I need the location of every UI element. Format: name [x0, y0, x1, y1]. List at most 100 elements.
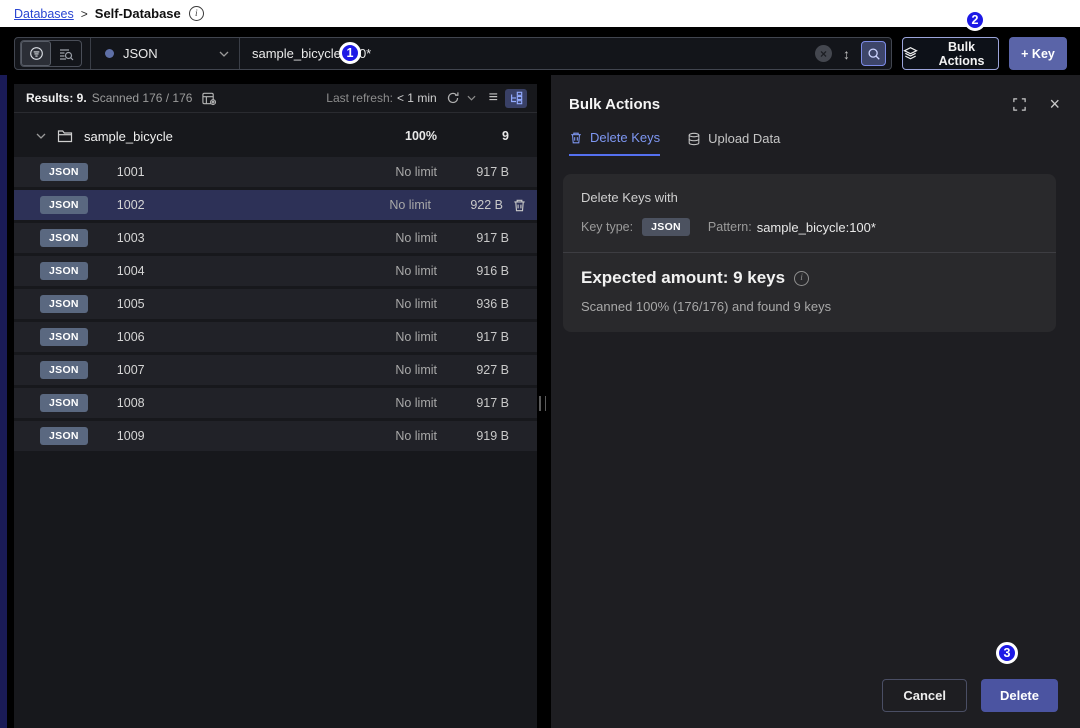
tab-upload-data[interactable]: Upload Data: [687, 130, 780, 156]
key-row-1008[interactable]: JSON 1008 No limit 917 B: [14, 388, 537, 418]
scanned-count: Scanned 176 / 176: [92, 91, 193, 105]
search-input[interactable]: [240, 46, 815, 61]
search-icon[interactable]: [861, 41, 886, 66]
bulk-actions-button[interactable]: Bulk Actions: [902, 37, 999, 70]
results-count: Results: 9.: [26, 91, 87, 105]
key-size: 917 B: [437, 231, 509, 245]
key-row-1001[interactable]: JSON 1001 No limit 917 B: [14, 157, 537, 187]
key-row-1004[interactable]: JSON 1004 No limit 916 B: [14, 256, 537, 286]
key-type-badge: JSON: [40, 361, 88, 379]
expected-amount-row: Expected amount: 9 keys i: [581, 268, 1038, 288]
breadcrumb-current-database: Self-Database: [95, 6, 181, 21]
key-type-badge: JSON: [40, 196, 88, 214]
expected-amount-heading: Expected amount: 9 keys: [581, 268, 785, 288]
key-name: 1002: [117, 198, 321, 212]
chevron-down-icon: [219, 51, 229, 57]
bulk-actions-tabs: Delete Keys Upload Data: [551, 130, 1080, 156]
bulk-actions-label: Bulk Actions: [925, 40, 998, 68]
columns-settings-icon[interactable]: [201, 91, 217, 106]
breadcrumb-databases-link[interactable]: Databases: [14, 7, 74, 21]
trash-icon: [569, 131, 583, 145]
key-type-badge: JSON: [40, 229, 88, 247]
close-panel-icon[interactable]: ×: [1049, 95, 1060, 113]
key-row-1006[interactable]: JSON 1006 No limit 917 B: [14, 322, 537, 352]
key-rows: JSON 1001 No limit 917 B JSON 1002 No li…: [14, 157, 537, 451]
key-type-dropdown[interactable]: JSON: [90, 38, 240, 69]
breadcrumb-separator: >: [81, 7, 88, 21]
database-upload-icon: [687, 132, 701, 146]
key-type-badge: JSON: [40, 328, 88, 346]
key-name: 1004: [117, 264, 327, 278]
filter-mode-group: [20, 40, 82, 67]
key-list-panel: Results: 9. Scanned 176 / 176 Last refre…: [14, 84, 537, 728]
pattern-label: Pattern:: [708, 220, 752, 234]
tab-upload-data-label: Upload Data: [708, 131, 780, 146]
expand-search-icon[interactable]: ↕: [843, 46, 850, 62]
cancel-button[interactable]: Cancel: [882, 679, 967, 712]
annotation-step-2: 2: [964, 9, 986, 31]
filter-summary-row: Key type: JSON Pattern: sample_bicycle:1…: [581, 218, 1038, 236]
last-refresh-label: Last refresh:: [326, 91, 393, 105]
bulk-actions-panel: Bulk Actions × Delete Keys Upload Data D…: [551, 75, 1080, 728]
delete-keys-with-label: Delete Keys with: [581, 190, 1038, 205]
key-size: 917 B: [437, 396, 509, 410]
tree-folder-row[interactable]: sample_bicycle 100% 9: [14, 122, 537, 150]
key-type-badge: JSON: [40, 163, 88, 181]
expected-info-icon[interactable]: i: [794, 271, 809, 286]
tree-view-toggle-icon[interactable]: [505, 89, 527, 108]
key-size: 917 B: [437, 165, 509, 179]
key-row-1007[interactable]: JSON 1007 No limit 927 B: [14, 355, 537, 385]
key-type-badge: JSON: [40, 262, 88, 280]
layers-icon: [903, 46, 918, 61]
scanned-info-text: Scanned 100% (176/176) and found 9 keys: [581, 299, 1038, 314]
add-key-button[interactable]: + Key: [1009, 37, 1067, 70]
pattern-value: sample_bicycle:100*: [757, 220, 876, 235]
key-type-badge: JSON: [40, 295, 88, 313]
key-row-1005[interactable]: JSON 1005 No limit 936 B: [14, 289, 537, 319]
key-type-selected: JSON: [123, 46, 219, 61]
key-type-label: Key type:: [581, 220, 633, 234]
annotation-step-3: 3: [996, 642, 1018, 664]
refresh-options-chevron-icon[interactable]: [467, 95, 476, 101]
breadcrumb: Databases > Self-Database i: [0, 0, 1080, 27]
filter-by-pattern-icon[interactable]: [21, 41, 51, 66]
key-type-badge: JSON: [40, 427, 88, 445]
refresh-icon[interactable]: [446, 91, 460, 105]
delete-key-icon[interactable]: [512, 198, 527, 213]
key-name: 1003: [117, 231, 327, 245]
folder-key-count: 9: [437, 129, 509, 143]
key-name: 1001: [117, 165, 327, 179]
key-row-1002-selected[interactable]: JSON 1002 No limit 922 B: [14, 190, 537, 220]
last-refresh-value: < 1 min: [397, 91, 437, 105]
folder-icon: [57, 129, 73, 143]
expand-panel-icon[interactable]: [1012, 97, 1027, 112]
key-size: 922 B: [431, 198, 503, 212]
annotation-step-1: 1: [339, 42, 361, 64]
key-size: 927 B: [437, 363, 509, 377]
folder-name: sample_bicycle: [84, 129, 327, 144]
panel-title: Bulk Actions: [569, 96, 1012, 113]
key-name: 1008: [117, 396, 327, 410]
tab-delete-keys-label: Delete Keys: [590, 130, 660, 145]
key-size: 917 B: [437, 330, 509, 344]
key-ttl: No limit: [327, 264, 437, 278]
delete-button[interactable]: Delete: [981, 679, 1058, 712]
key-ttl: No limit: [327, 297, 437, 311]
key-ttl: No limit: [327, 330, 437, 344]
tab-delete-keys[interactable]: Delete Keys: [569, 130, 660, 156]
key-ttl: No limit: [327, 429, 437, 443]
key-row-1003[interactable]: JSON 1003 No limit 917 B: [14, 223, 537, 253]
delete-summary-card: Delete Keys with Key type: JSON Pattern:…: [563, 174, 1056, 332]
panel-footer: Cancel Delete: [882, 679, 1058, 712]
toolbar: JSON × ↕ Bulk Actions + Key: [14, 37, 1067, 70]
key-row-1009[interactable]: JSON 1009 No limit 919 B: [14, 421, 537, 451]
key-ttl: No limit: [321, 198, 431, 212]
folder-collapse-chevron-icon[interactable]: [36, 133, 46, 139]
key-type-value-badge: JSON: [642, 218, 690, 236]
database-info-icon[interactable]: i: [189, 6, 204, 21]
search-by-values-icon[interactable]: [51, 41, 81, 66]
key-ttl: No limit: [327, 396, 437, 410]
panel-resize-handle[interactable]: [539, 396, 546, 411]
clear-search-icon[interactable]: ×: [815, 45, 832, 62]
list-view-toggle-icon[interactable]: ≡: [489, 89, 498, 107]
